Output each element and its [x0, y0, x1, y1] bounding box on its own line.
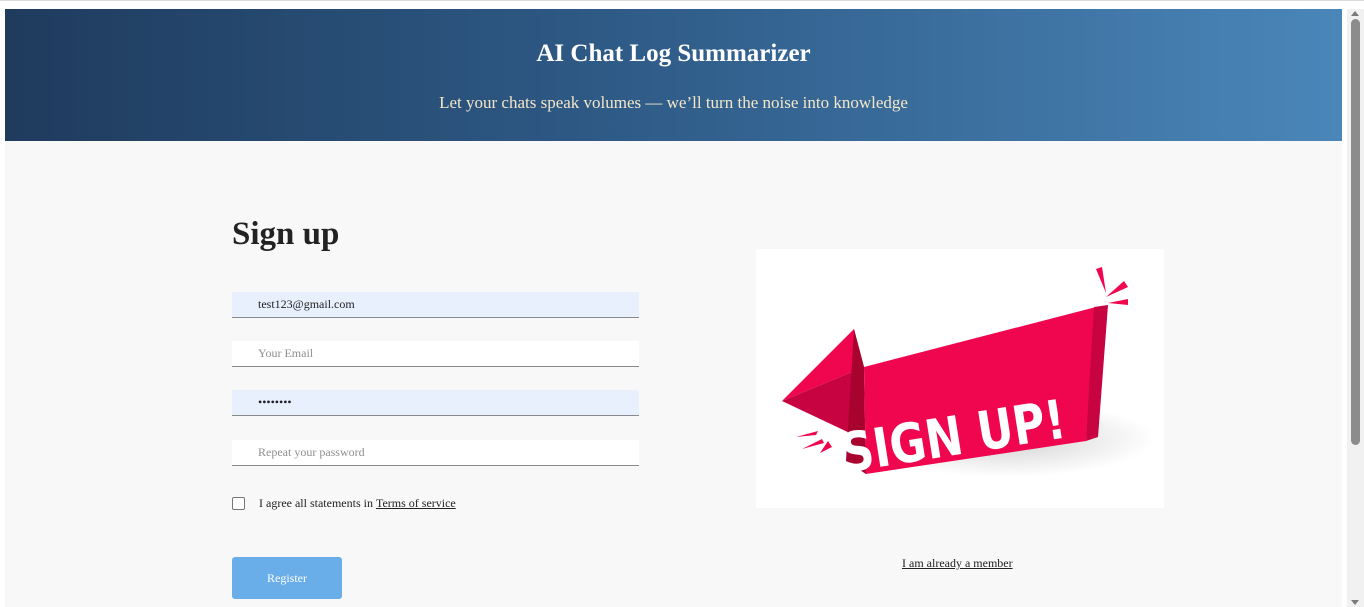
- burst-line-3: [1108, 299, 1128, 305]
- register-button[interactable]: Register: [232, 557, 342, 599]
- page-scrollbar[interactable]: [1347, 9, 1364, 607]
- signup-illustration: SIGN UP!: [756, 249, 1164, 508]
- page-viewport: AI Chat Log Summarizer Let your chats sp…: [5, 9, 1342, 607]
- burst-line-1: [1096, 267, 1106, 293]
- burst-line-5: [802, 439, 824, 449]
- scroll-up-icon[interactable]: [1351, 11, 1359, 16]
- app-title: AI Chat Log Summarizer: [536, 40, 811, 67]
- already-member-link[interactable]: I am already a member: [902, 556, 1013, 571]
- site-header: AI Chat Log Summarizer Let your chats sp…: [5, 9, 1342, 141]
- signup-banner-graphic: SIGN UP!: [782, 267, 1156, 485]
- scroll-down-icon[interactable]: [1351, 600, 1359, 605]
- terms-of-service-link[interactable]: Terms of service: [376, 496, 456, 511]
- app-tagline: Let your chats speak volumes — we’ll tur…: [439, 93, 908, 112]
- repeat-password-field[interactable]: [232, 440, 639, 466]
- scrollbar-thumb[interactable]: [1351, 19, 1360, 445]
- signup-title: Sign up: [232, 216, 340, 252]
- password-field[interactable]: [232, 390, 639, 416]
- burst-line-2: [1106, 281, 1128, 297]
- browser-top-edge: [0, 0, 1364, 9]
- terms-label: I agree all statements in: [259, 495, 376, 510]
- name-field[interactable]: [232, 292, 639, 318]
- terms-agreement: I agree all statements in Terms of servi…: [232, 495, 456, 511]
- terms-checkbox[interactable]: [232, 496, 245, 510]
- email-field[interactable]: [232, 341, 639, 367]
- burst-line-4: [796, 431, 818, 437]
